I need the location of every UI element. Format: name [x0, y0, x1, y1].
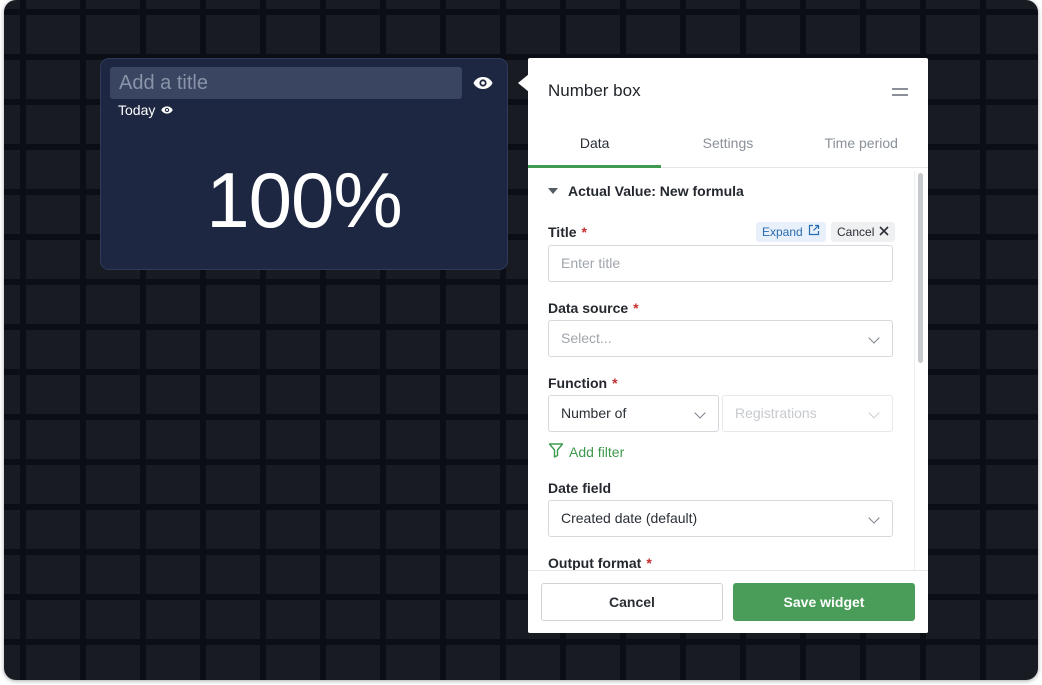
section-title: Actual Value: New formula [568, 183, 744, 199]
cancel-button[interactable]: Cancel [541, 583, 723, 621]
tab-settings[interactable]: Settings [661, 124, 794, 167]
date-field-label: Date field [548, 480, 612, 496]
eye-icon[interactable] [473, 75, 493, 91]
widget-period-label: Today [118, 102, 156, 118]
panel-title: Number box [548, 81, 641, 100]
caret-down-icon [548, 188, 558, 194]
filter-icon [548, 442, 564, 461]
title-label: Title * [548, 224, 587, 240]
tab-time-period[interactable]: Time period [795, 124, 928, 167]
widget-period: Today [118, 101, 174, 119]
eye-icon [161, 101, 174, 119]
tab-data[interactable]: Data [528, 124, 662, 168]
function-label: Function * [548, 375, 618, 391]
widget-settings-panel: Number box Data Settings Time period Act… [528, 58, 928, 633]
panel-content: Actual Value: New formula Title * Expand … [528, 169, 928, 570]
date-field-select[interactable]: Created date (default) [548, 500, 893, 537]
title-input[interactable]: Enter title [548, 245, 893, 282]
external-link-icon [808, 222, 820, 242]
function-select[interactable]: Number of [548, 395, 719, 432]
cancel-formula-button[interactable]: Cancel [831, 222, 896, 242]
function-target-placeholder: Registrations [735, 405, 817, 421]
date-field-value: Created date (default) [561, 510, 698, 526]
expand-label: Expand [762, 225, 803, 239]
widget-value: 100% [206, 156, 403, 244]
scrollbar-thumb[interactable] [918, 173, 923, 363]
cancel-formula-label: Cancel [837, 225, 875, 239]
data-source-label: Data source * [548, 300, 639, 316]
function-value: Number of [561, 405, 627, 421]
output-format-label: Output format * [548, 555, 652, 570]
add-filter-button[interactable]: Add filter [548, 442, 624, 461]
panel-tabs: Data Settings Time period [528, 124, 928, 168]
close-icon [879, 222, 889, 242]
chevron-down-icon [868, 512, 880, 524]
widget-title-input[interactable]: Add a title [110, 67, 462, 99]
data-source-select[interactable]: Select... [548, 320, 893, 357]
dashboard-canvas: Add a title Today 100% Number box Data S… [4, 0, 1038, 680]
function-target-select: Registrations [722, 395, 893, 432]
add-filter-label: Add filter [569, 443, 625, 460]
chevron-down-icon [868, 332, 880, 344]
save-widget-button[interactable]: Save widget [733, 583, 915, 621]
number-widget[interactable]: Add a title Today 100% [100, 58, 508, 270]
chevron-down-icon [694, 407, 706, 419]
section-header[interactable]: Actual Value: New formula [548, 183, 744, 199]
chevron-down-icon [868, 407, 880, 419]
data-source-placeholder: Select... [561, 330, 612, 346]
menu-icon[interactable] [892, 88, 908, 96]
expand-button[interactable]: Expand [756, 222, 826, 242]
panel-footer: Cancel Save widget [528, 570, 928, 633]
